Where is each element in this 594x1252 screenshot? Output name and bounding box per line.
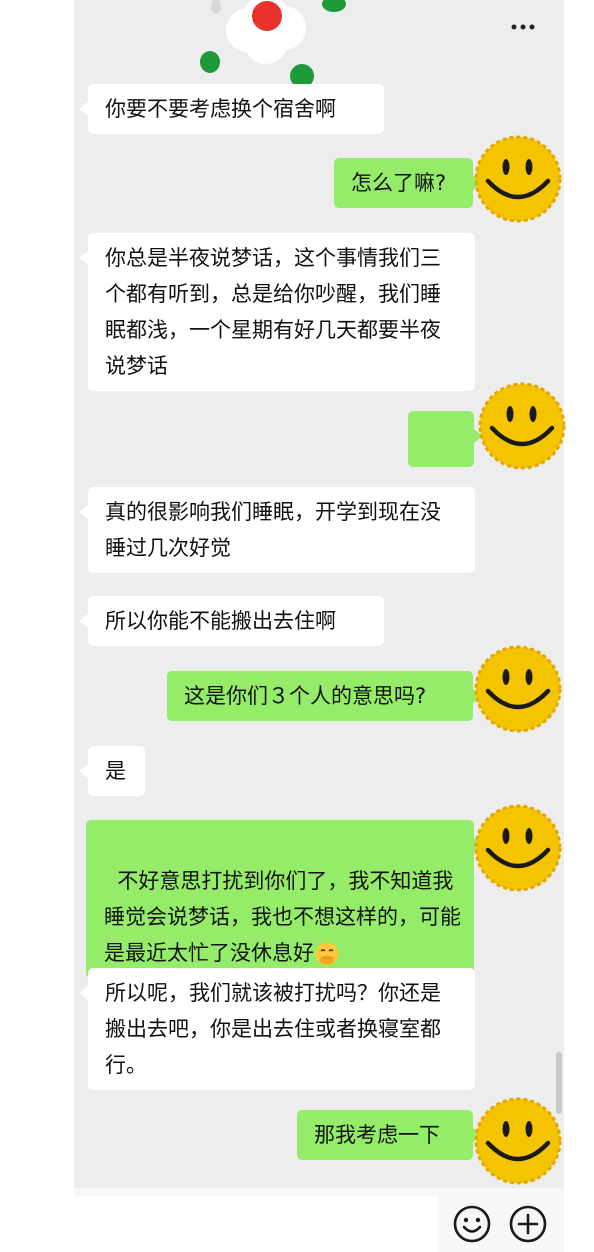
flower-sticker-icon: [200, 0, 346, 88]
more-dots-icon[interactable]: [506, 14, 542, 38]
smiley-icon[interactable]: [452, 1204, 492, 1244]
message-text: 不好意思打扰到你们了，我不知道我睡觉会说梦话，我也不想这样的，可能是最近太忙了没…: [104, 869, 461, 965]
message-outgoing[interactable]: 这是你们３个人的意思吗?: [167, 671, 482, 721]
message-incoming[interactable]: 你要不要考虑换个宿舍啊: [79, 84, 384, 134]
message-input[interactable]: [74, 1196, 438, 1252]
message-incoming[interactable]: 所以呢，我们就该被打扰吗？你还是搬出去吧，你是出去住或者换寝室都行。: [79, 968, 475, 1090]
message-outgoing[interactable]: 那我考虑一下: [297, 1110, 482, 1160]
scrollbar[interactable]: [556, 1052, 562, 1114]
screen-edge: [564, 0, 594, 1252]
message-outgoing[interactable]: [408, 411, 483, 525]
message-outgoing[interactable]: 不好意思打扰到你们了，我不知道我睡觉会说梦话，我也不想这样的，可能是最近太忙了没…: [86, 820, 483, 978]
face-with-hand-over-mouth-emoji: [315, 942, 339, 966]
input-bar: [74, 1188, 564, 1252]
message-incoming[interactable]: 真的很影响我们睡眠，开学到现在没睡过几次好觉: [79, 487, 475, 573]
message-incoming[interactable]: 是: [79, 746, 145, 796]
avatar[interactable]: [474, 645, 562, 733]
avatar[interactable]: [474, 135, 562, 223]
avatar[interactable]: [478, 382, 566, 470]
plus-circle-icon[interactable]: [508, 1204, 548, 1244]
avatar[interactable]: [474, 804, 562, 892]
avatar[interactable]: [474, 1097, 562, 1185]
message-outgoing[interactable]: 怎么了嘛?: [334, 158, 482, 208]
message-incoming[interactable]: 你总是半夜说梦话，这个事情我们三个都有听到，总是给你吵醒，我们睡眠都浅，一个星期…: [79, 233, 475, 391]
message-incoming[interactable]: 所以你能不能搬出去住啊: [79, 596, 384, 646]
